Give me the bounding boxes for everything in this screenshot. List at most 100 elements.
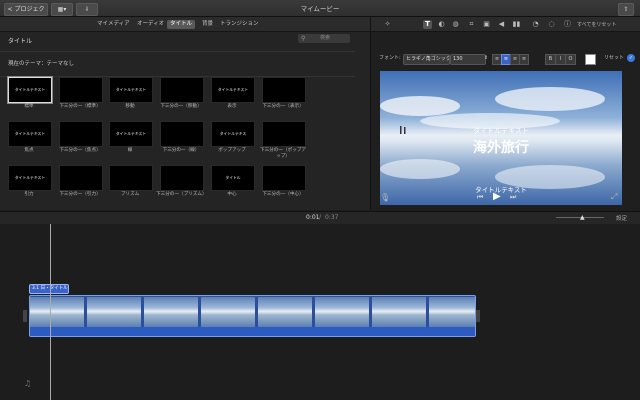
title-thumbnail-label: 下三分の一（移動） xyxy=(160,104,202,109)
title-thumbnail-label: 下三分の一（引力） xyxy=(59,192,101,197)
skip-forward-icon[interactable]: ⏭ xyxy=(510,193,516,202)
title-thumbnail[interactable]: タイトル xyxy=(211,165,255,191)
title-thumbnail-label: 線 xyxy=(127,148,133,153)
preview-title-small: タイトルテキスト xyxy=(473,127,529,135)
title-thumbnail[interactable]: タイトルテキスト xyxy=(109,121,153,147)
total-time: 0:37 xyxy=(325,214,339,221)
title-thumbnail-label: 下三分の一（表示） xyxy=(262,104,304,109)
time-separator: / xyxy=(319,214,322,221)
text-color-swatch[interactable] xyxy=(585,54,596,65)
title-thumbnail[interactable]: タイトルテキスト xyxy=(211,77,255,103)
title-thumbnail-text: タイトルテキスト xyxy=(115,87,147,92)
title-thumbnail-label: 下三分の一（中心） xyxy=(262,192,304,197)
browser-tabs: マイメディア オーディオ タイトル 背景 トランジション xyxy=(0,17,370,32)
title-thumbnail-label: 移動 xyxy=(125,104,135,109)
stabilization-icon[interactable]: ▣ xyxy=(482,20,491,29)
font-name-select[interactable]: ヒラギノ角ゴシック W xyxy=(403,54,450,65)
justify-button[interactable]: ≡ xyxy=(519,54,529,65)
tab-titles[interactable]: タイトル xyxy=(167,20,196,29)
search-placeholder: 検索 xyxy=(320,35,331,41)
title-thumbnail[interactable] xyxy=(160,121,204,147)
title-thumbnail-text: タイトルテキスト xyxy=(115,131,147,136)
title-thumbnail[interactable] xyxy=(59,121,103,147)
outline-button[interactable]: O xyxy=(565,54,576,65)
speed-icon[interactable]: ◔ xyxy=(531,20,540,29)
title-thumbnail-label: 表示 xyxy=(227,104,237,109)
title-thumbnail[interactable]: タイトルテキスト xyxy=(109,77,153,103)
current-time: 0:01 xyxy=(306,214,320,221)
music-note-icon: ♫ xyxy=(24,379,32,388)
color-correction-icon[interactable]: ◍ xyxy=(451,20,460,29)
fullscreen-icon[interactable]: ⤢ xyxy=(611,192,617,202)
font-size-stepper[interactable]: ⇕ xyxy=(484,54,489,63)
search-input[interactable]: ⚲ 検索 xyxy=(298,34,350,43)
waveform-graphic xyxy=(30,333,475,337)
title-thumbnail[interactable]: タイトルテキスト xyxy=(8,77,52,103)
font-size-field[interactable]: 130 xyxy=(450,54,486,65)
timeline-left-handle[interactable] xyxy=(23,310,27,322)
apply-check-icon[interactable]: ✓ xyxy=(627,54,635,62)
title-thumbnail[interactable] xyxy=(262,165,306,191)
playback-controls: 🎙 ⏮ ▶ ⏭ ⤢ xyxy=(371,188,640,208)
timeline-right-handle[interactable] xyxy=(476,310,480,322)
theme-bar: 現在のテーマ：テーマなし xyxy=(0,51,355,77)
adjustment-toolbar: ✧ T ◐ ◍ ⌗ ▣ ◀︎ ▮▮ ◔ ◌ ⓘ すべてをリセット xyxy=(371,17,640,32)
tab-my-media[interactable]: マイメディア xyxy=(94,20,133,29)
title-thumbnail-text: タイトルテキスト xyxy=(14,87,46,92)
clip-frame xyxy=(372,297,426,327)
title-thumbnail[interactable] xyxy=(262,121,306,147)
title-thumbnail-label: ポップアップ xyxy=(218,148,246,153)
timeline-settings-button[interactable]: 設定 xyxy=(616,214,627,222)
text-tool-icon[interactable]: T xyxy=(423,20,432,29)
tab-backgrounds[interactable]: 背景 xyxy=(199,20,216,29)
title-browser: マイメディア オーディオ タイトル 背景 トランジション タイトル ⚲ 検索 現… xyxy=(0,17,371,210)
title-thumbnail[interactable] xyxy=(262,77,306,103)
title-thumbnail[interactable] xyxy=(160,165,204,191)
microphone-icon[interactable]: 🎙 xyxy=(380,193,390,202)
zoom-slider-knob[interactable]: ▲ xyxy=(580,214,585,221)
volume-icon[interactable]: ◀︎ xyxy=(497,20,506,29)
clip-frame xyxy=(30,297,84,327)
title-thumbnail-label: 下三分の一（標準） xyxy=(59,104,101,109)
video-preview[interactable]: タイトルテキスト 海外旅行 タイトルテキスト xyxy=(380,71,622,205)
title-thumbnail-label: 下三分の一（線） xyxy=(162,148,200,153)
title-thumbnail-text: タイトルテキスト xyxy=(14,131,46,136)
title-thumbnail[interactable] xyxy=(109,165,153,191)
title-thumbnail[interactable]: タイトルテキス xyxy=(211,121,255,147)
tab-audio[interactable]: オーディオ xyxy=(134,20,167,29)
video-clip[interactable] xyxy=(29,295,476,337)
clip-filter-icon[interactable]: ◌ xyxy=(547,20,556,29)
search-icon: ⚲ xyxy=(301,35,306,42)
color-balance-icon[interactable]: ◐ xyxy=(437,20,446,29)
noise-reduction-icon[interactable]: ▮▮ xyxy=(512,20,521,29)
info-icon[interactable]: ⓘ xyxy=(563,20,572,29)
audio-waveform xyxy=(30,327,475,336)
title-thumbnail-label: 下三分の一（焦点） xyxy=(59,148,101,153)
title-thumbnail-label: 標準 xyxy=(24,104,34,109)
current-theme-label: 現在のテーマ：テーマなし xyxy=(8,61,75,67)
reset-button[interactable]: リセット xyxy=(604,54,624,63)
timeline[interactable]: 3.1 日・タイトル ♫ xyxy=(0,224,640,400)
title-thumbnail-text: タイトルテキスト xyxy=(14,175,46,180)
title-thumbnail-text: タイトルテキスト xyxy=(217,87,249,92)
title-thumbnail-label: 中心 xyxy=(227,192,237,197)
title-thumbnail[interactable] xyxy=(160,77,204,103)
title-thumbnail[interactable]: タイトルテキスト xyxy=(8,121,52,147)
skip-back-icon[interactable]: ⏮ xyxy=(477,193,483,202)
magic-wand-icon[interactable]: ✧ xyxy=(383,20,392,29)
play-icon[interactable]: ▶ xyxy=(493,191,501,202)
title-thumbnail[interactable] xyxy=(59,77,103,103)
window-title: マイムービー xyxy=(300,5,340,13)
share-icon[interactable]: ⇧ xyxy=(618,3,634,16)
crop-icon[interactable]: ⌗ xyxy=(467,20,476,29)
reset-all-button[interactable]: すべてをリセット xyxy=(577,21,616,28)
title-thumbnail-label: 引力 xyxy=(24,192,34,197)
title-thumbnail-text: タイトルテキス xyxy=(219,131,247,136)
title-thumbnail[interactable]: タイトルテキスト xyxy=(8,165,52,191)
tab-transitions[interactable]: トランジション xyxy=(217,20,262,29)
title-clip[interactable]: 3.1 日・タイトル xyxy=(29,284,69,294)
title-thumbnail-text: タイトル xyxy=(225,175,241,180)
title-thumbnail[interactable] xyxy=(59,165,103,191)
playhead[interactable] xyxy=(50,224,51,400)
clip-frame xyxy=(144,297,198,327)
